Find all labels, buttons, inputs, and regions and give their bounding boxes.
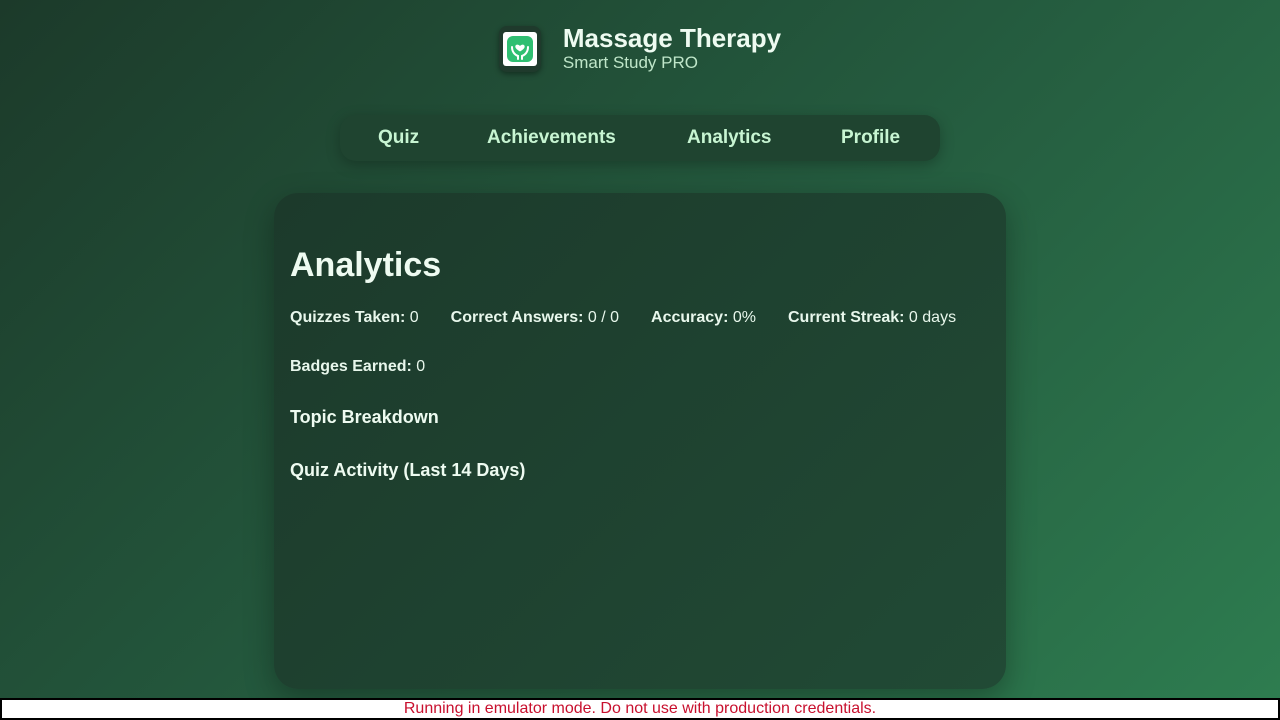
nav-tab-profile[interactable]: Profile <box>841 127 900 149</box>
stats-row: Quizzes Taken: 0 Correct Answers: 0 / 0 … <box>290 309 990 327</box>
stat-label: Correct Answers: <box>450 309 584 326</box>
nav-tab-quiz[interactable]: Quiz <box>378 127 419 149</box>
page-title: Analytics <box>290 246 442 284</box>
app-title: Massage Therapy <box>562 23 782 53</box>
stat-value: 0 / 0 <box>587 309 620 326</box>
stat-value: 0 <box>416 358 426 375</box>
stats-row: Badges Earned: 0 <box>290 358 990 376</box>
app-logo <box>498 26 541 72</box>
stat-label: Badges Earned: <box>290 358 412 375</box>
stat-quizzes-taken: Quizzes Taken: 0 <box>290 309 419 327</box>
stat-label: Accuracy: <box>651 309 729 326</box>
app-subtitle: Smart Study PRO <box>562 53 698 72</box>
stat-current-streak: Current Streak: 0 days <box>788 309 956 327</box>
main-nav: Quiz Achievements Analytics Profile <box>340 115 940 161</box>
app-header: Massage Therapy Smart Study PRO <box>0 24 1280 74</box>
emulator-warning-banner: Running in emulator mode. Do not use wit… <box>0 698 1280 720</box>
stat-value: 0% <box>732 309 756 326</box>
nav-tab-achievements[interactable]: Achievements <box>487 127 616 149</box>
stat-correct-answers: Correct Answers: 0 / 0 <box>451 309 619 327</box>
analytics-card: Analytics Quizzes Taken: 0 Correct Answe… <box>274 193 1006 689</box>
stat-label: Quizzes Taken: <box>290 309 406 326</box>
stat-value: 0 <box>409 309 419 326</box>
nav-tab-analytics[interactable]: Analytics <box>687 127 771 149</box>
stat-label: Current Streak: <box>787 309 905 326</box>
stat-value: 0 days <box>908 309 957 326</box>
topic-breakdown-heading: Topic Breakdown <box>290 407 439 427</box>
stat-badges-earned: Badges Earned: 0 <box>290 358 425 376</box>
hands-heart-icon <box>502 32 537 66</box>
stat-accuracy: Accuracy: 0% <box>651 309 756 327</box>
quiz-activity-heading: Quiz Activity (Last 14 Days) <box>290 460 526 480</box>
